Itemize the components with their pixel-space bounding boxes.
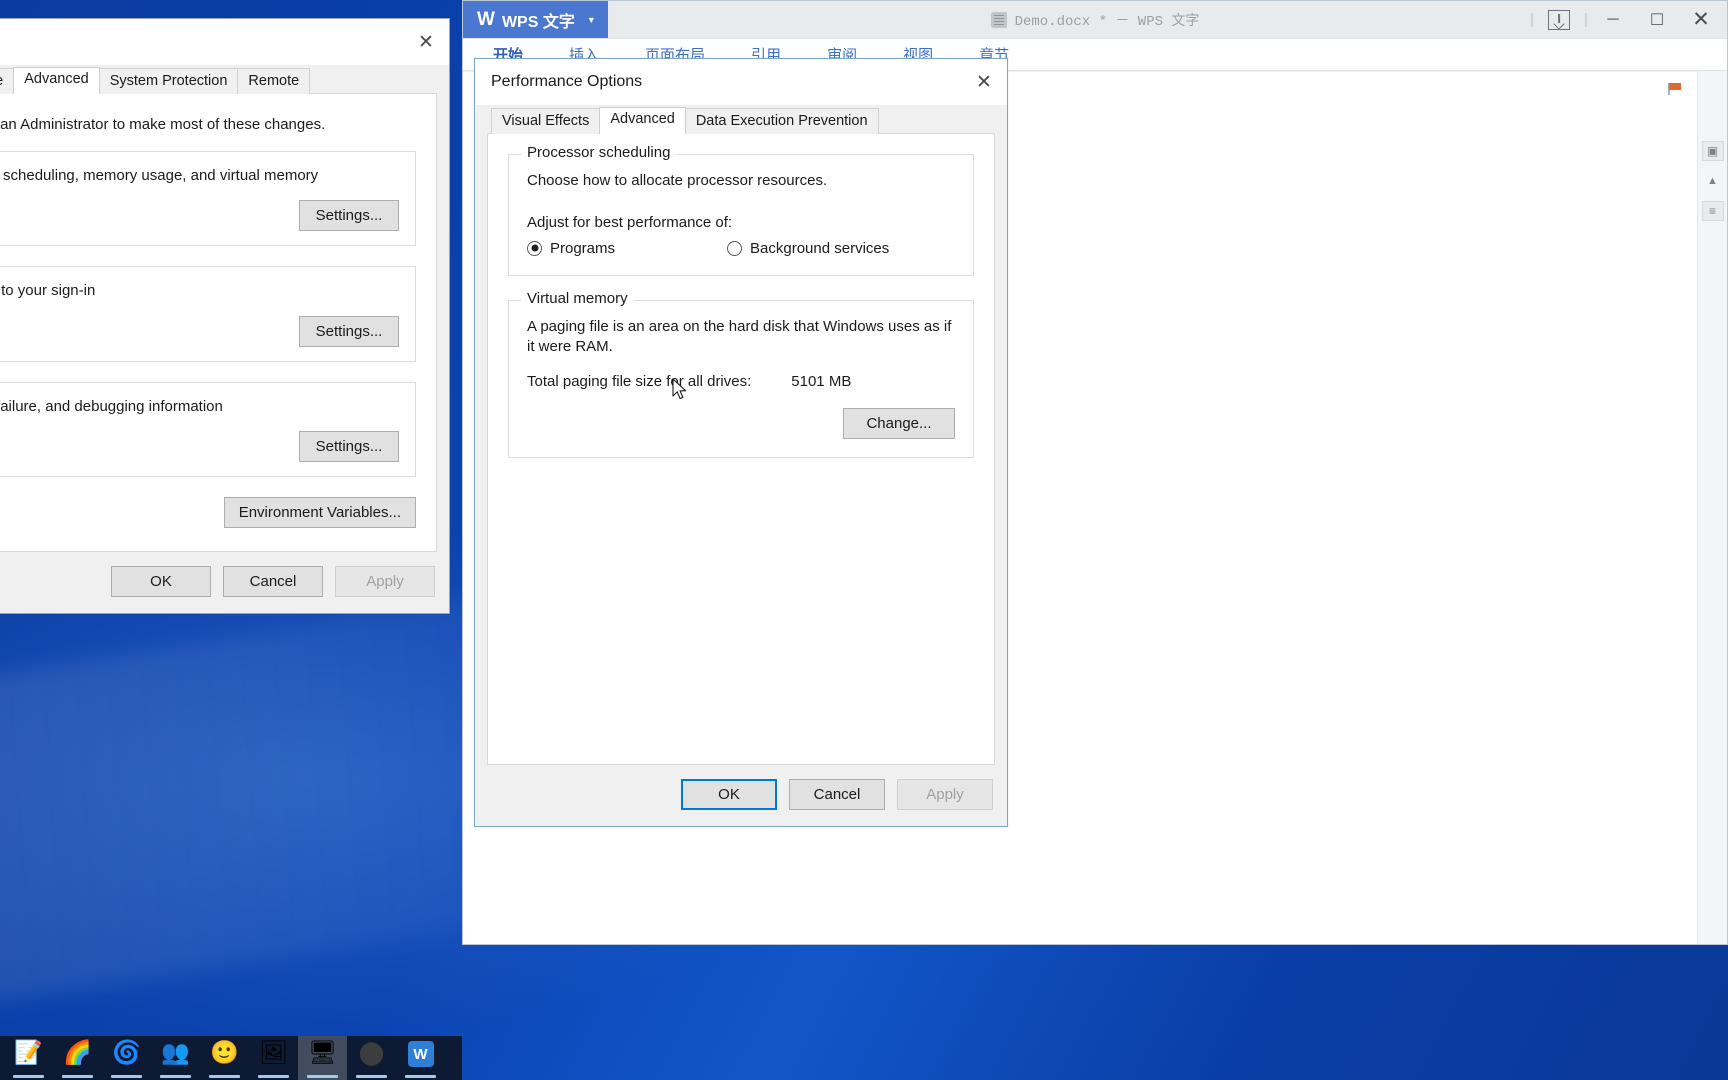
- control-separator-right: |: [1584, 11, 1588, 28]
- contacts-icon: 👥: [161, 1039, 190, 1065]
- tab-system-protection[interactable]: System Protection: [98, 68, 239, 94]
- download-box-icon[interactable]: [1537, 1, 1581, 39]
- notepad-icon: 📝: [14, 1039, 43, 1065]
- wps-icon: W: [407, 1041, 434, 1067]
- radio-background-services[interactable]: Background services: [727, 240, 889, 257]
- performance-options-dialog[interactable]: Performance Options ✕ Visual Effects Adv…: [474, 58, 1008, 827]
- administrator-notice: You must be logged on as an Administrato…: [0, 116, 326, 133]
- radio-background-services-label: Background services: [750, 239, 890, 257]
- circle-icon: ⬤: [358, 1039, 385, 1065]
- flag-icon[interactable]: [1667, 82, 1683, 96]
- media-icon: 🖼: [258, 1039, 289, 1065]
- tab-hardware[interactable]: Hardware: [0, 68, 15, 94]
- total-paging-file-row: Total paging file size for all drives: 5…: [527, 373, 955, 390]
- image-placeholder-icon[interactable]: ▣: [1701, 141, 1724, 161]
- taskbar-item-emoji[interactable]: 🙂: [200, 1036, 249, 1080]
- performance-options-advanced-page: Processor scheduling Choose how to alloc…: [487, 134, 995, 765]
- tab-advanced[interactable]: Advanced: [13, 67, 100, 94]
- tab-data-execution-prevention[interactable]: Data Execution Prevention: [684, 108, 879, 134]
- wps-logo-icon: W: [477, 9, 495, 30]
- total-paging-file-label: Total paging file size for all drives:: [527, 373, 752, 390]
- change-paging-file-button[interactable]: Change...: [843, 408, 955, 439]
- chrome-icon: 🌈: [63, 1039, 92, 1065]
- performance-settings-button[interactable]: Settings...: [299, 200, 399, 232]
- wps-titlebar[interactable]: W WPS 文字 ▼ Demo.docx * － WPS 文字 | | ─ ☐ …: [463, 1, 1727, 39]
- performance-options-titlebar[interactable]: Performance Options ✕: [475, 59, 1007, 105]
- performance-options-tabstrip[interactable]: Visual Effects Advanced Data Execution P…: [475, 105, 1007, 134]
- taskbar[interactable]: 📝 🌈 🌀 👥 🙂 🖼 🖥 ⬤ W: [0, 1036, 462, 1080]
- system-properties-ok-button[interactable]: OK: [111, 566, 211, 597]
- processor-scheduling-radio-group[interactable]: Programs Background services: [527, 240, 955, 257]
- system-properties-tabstrip[interactable]: Computer Name Hardware Advanced System P…: [0, 65, 449, 94]
- radio-programs-label: Programs: [550, 239, 616, 257]
- startup-recovery-settings-button[interactable]: Settings...: [299, 430, 399, 462]
- taskbar-item-sogou[interactable]: 🌀: [102, 1036, 151, 1080]
- close-icon[interactable]: ✕: [961, 59, 1007, 105]
- close-button[interactable]: ✕: [1679, 1, 1723, 39]
- radio-programs[interactable]: Programs: [527, 240, 615, 257]
- environment-variables-button[interactable]: Environment Variables...: [223, 496, 416, 528]
- control-separator-left: |: [1530, 11, 1534, 28]
- taskbar-item-wps[interactable]: W: [396, 1036, 445, 1080]
- taskbar-item-chrome[interactable]: 🌈: [53, 1036, 102, 1080]
- user-profiles-settings-button[interactable]: Settings...: [299, 315, 399, 347]
- tab-visual-effects[interactable]: Visual Effects: [491, 108, 601, 134]
- system-properties-advanced-page: You must be logged on as an Administrato…: [0, 94, 437, 552]
- wps-right-rail[interactable]: ▣ ▲ ≡: [1697, 71, 1727, 944]
- monitor-icon: 🖥: [307, 1039, 338, 1065]
- processor-scheduling-description: Choose how to allocate processor resourc…: [527, 172, 828, 189]
- radio-programs-mark[interactable]: [527, 240, 542, 256]
- processor-scheduling-group: Processor scheduling Choose how to alloc…: [508, 144, 974, 276]
- total-paging-file-value: 5101 MB: [791, 373, 852, 390]
- startup-recovery-group-description: System startup, system failure, and debu…: [0, 397, 223, 415]
- processor-scheduling-prompt: Adjust for best performance of:: [527, 214, 733, 232]
- taskbar-item-system-properties[interactable]: 🖥: [298, 1036, 347, 1080]
- performance-options-apply-button: Apply: [897, 779, 993, 810]
- close-icon[interactable]: ✕: [403, 19, 449, 65]
- taskbar-item-contacts[interactable]: 👥: [151, 1036, 200, 1080]
- taskbar-item-media[interactable]: 🖼: [249, 1036, 298, 1080]
- taskbar-item-notepad-plus[interactable]: 📝: [4, 1036, 53, 1080]
- performance-options-cancel-button[interactable]: Cancel: [789, 779, 885, 810]
- system-properties-dialog[interactable]: System Properties ✕ Computer Name Hardwa…: [0, 18, 450, 614]
- system-properties-apply-button: Apply: [335, 566, 435, 597]
- performance-options-ok-button[interactable]: OK: [681, 779, 777, 810]
- wps-document-title-text: Demo.docx * － WPS 文字: [1014, 14, 1200, 30]
- chevron-down-icon[interactable]: ▼: [587, 15, 596, 25]
- virtual-memory-group: Virtual memory A paging file is an area …: [508, 289, 974, 458]
- radio-background-services-mark[interactable]: [727, 240, 743, 256]
- performance-options-title: Performance Options: [491, 73, 643, 90]
- document-icon: [990, 12, 1007, 28]
- wps-window-controls[interactable]: | | ─ ☐ ✕: [1527, 1, 1727, 38]
- taskbar-item-dark-circle[interactable]: ⬤: [347, 1036, 396, 1080]
- emoji-icon: 🙂: [210, 1039, 239, 1065]
- maximize-button[interactable]: ☐: [1635, 1, 1679, 39]
- performance-group: Performance Visual effects, processor sc…: [0, 151, 416, 247]
- system-properties-cancel-button[interactable]: Cancel: [223, 566, 323, 597]
- virtual-memory-legend: Virtual memory: [521, 289, 634, 307]
- wps-app-tab-label: WPS 文字: [501, 13, 575, 31]
- wps-app-tab[interactable]: W WPS 文字 ▼: [463, 1, 608, 38]
- sogou-icon: 🌀: [112, 1039, 141, 1065]
- user-profiles-group-description: Desktop settings related to your sign-in: [0, 282, 96, 300]
- startup-recovery-group: Startup and Recovery System startup, sys…: [0, 381, 416, 477]
- performance-group-description: Visual effects, processor scheduling, me…: [0, 167, 319, 184]
- chevron-up-icon[interactable]: ▲: [1702, 171, 1724, 191]
- list-lines-icon[interactable]: ≡: [1701, 201, 1724, 221]
- system-properties-titlebar[interactable]: System Properties ✕: [0, 19, 449, 65]
- system-properties-footer: OK Cancel Apply: [0, 552, 449, 613]
- tab-remote[interactable]: Remote: [237, 68, 311, 94]
- processor-scheduling-legend: Processor scheduling: [521, 144, 677, 161]
- minimize-button[interactable]: ─: [1591, 1, 1635, 39]
- tab-advanced[interactable]: Advanced: [599, 107, 686, 134]
- virtual-memory-description: A paging file is an area on the hard dis…: [527, 317, 952, 355]
- user-profiles-group: User Profiles Desktop settings related t…: [0, 266, 416, 362]
- performance-options-footer: OK Cancel Apply: [475, 765, 1007, 826]
